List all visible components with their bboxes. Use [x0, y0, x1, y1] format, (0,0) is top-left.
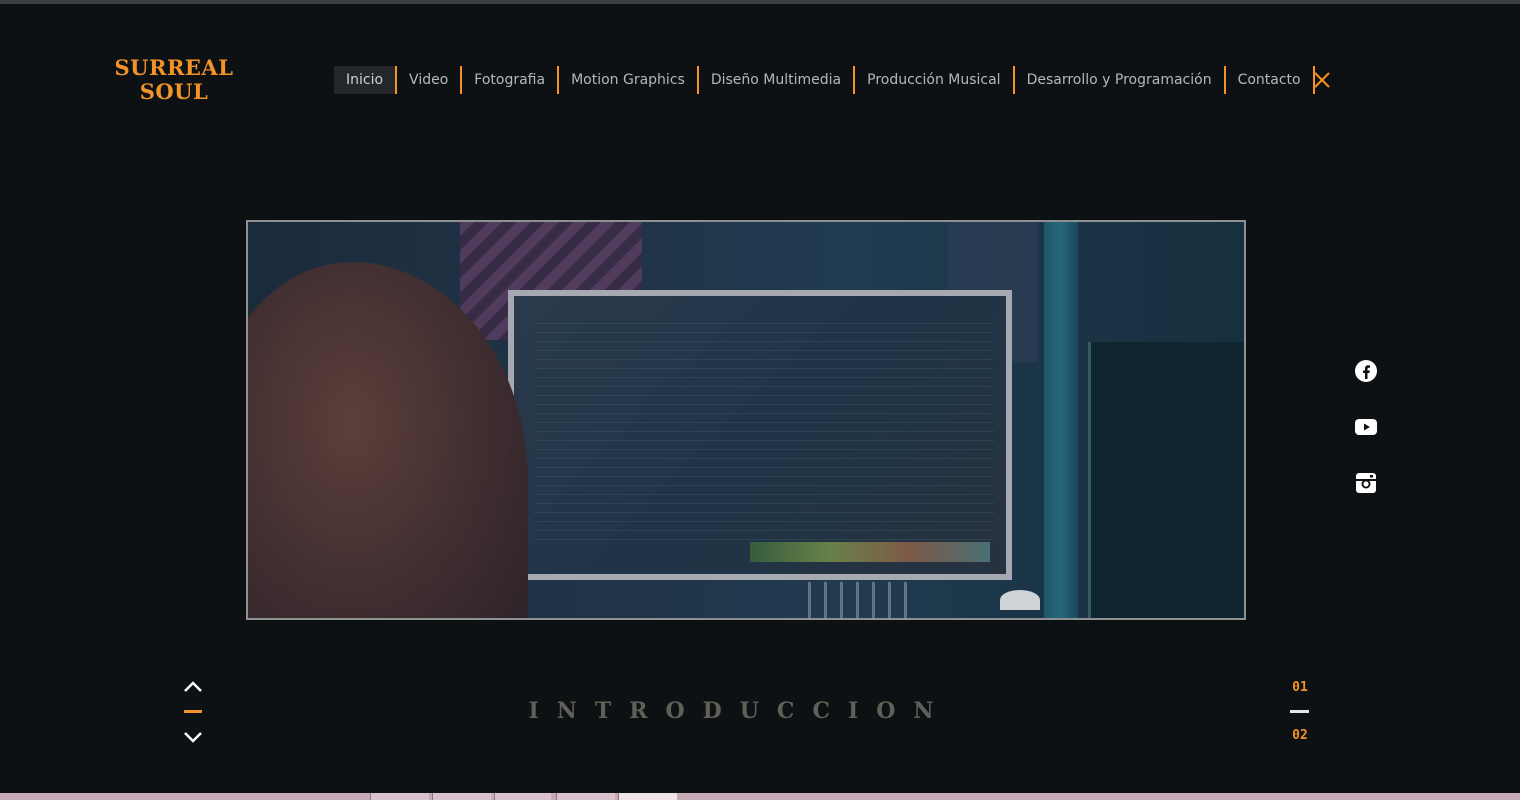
- taskbar: [0, 793, 1520, 800]
- brand-logo-line1: SURREAL: [114, 55, 234, 80]
- instagram-icon[interactable]: [1354, 471, 1378, 495]
- pager-next[interactable]: 02: [1288, 728, 1312, 743]
- hero-monitor-stand: [808, 582, 918, 618]
- nav-item-fotografia[interactable]: Fotografia: [462, 66, 560, 94]
- facebook-icon[interactable]: [1354, 359, 1378, 383]
- slide-indicator-dash: [184, 710, 202, 713]
- section-title: INTRODUCCION: [528, 698, 952, 724]
- window-top-edge: [0, 0, 1520, 4]
- nav-item-desarrollo-programacion[interactable]: Desarrollo y Programación: [1015, 66, 1226, 94]
- nav-item-motion-graphics[interactable]: Motion Graphics: [559, 66, 699, 94]
- nav-item-contacto[interactable]: Contacto: [1226, 66, 1315, 94]
- hero-can: [1000, 590, 1040, 610]
- brand-logo-line2: SOUL: [139, 79, 209, 104]
- nav-item-produccion-musical[interactable]: Producción Musical: [855, 66, 1015, 94]
- taskbar-button[interactable]: [494, 793, 551, 800]
- nav-item-inicio[interactable]: Inicio: [334, 66, 398, 94]
- hero-light-pillar: [1044, 222, 1078, 618]
- taskbar-button[interactable]: [556, 793, 615, 800]
- pager-current[interactable]: 01: [1288, 680, 1312, 695]
- hero-monitor-code: [534, 320, 994, 540]
- main-nav: Inicio Video Fotografia Motion Graphics …: [334, 66, 1315, 94]
- pager-divider: [1290, 710, 1309, 713]
- youtube-icon[interactable]: [1354, 415, 1378, 439]
- brand-logo[interactable]: SURREAL SOUL: [104, 56, 244, 104]
- close-icon[interactable]: [1312, 70, 1332, 90]
- nav-item-diseno-multimedia[interactable]: Diseño Multimedia: [699, 66, 856, 94]
- taskbar-button[interactable]: [432, 793, 491, 800]
- chevron-down-icon[interactable]: [182, 730, 204, 744]
- hero-side-monitor: [1088, 342, 1244, 618]
- chevron-up-icon[interactable]: [182, 680, 204, 694]
- taskbar-button-active[interactable]: [618, 793, 677, 800]
- hero-monitor: [508, 290, 1012, 580]
- hero-monitor-spectrum: [750, 542, 990, 562]
- hero-image: [246, 220, 1246, 620]
- nav-item-video[interactable]: Video: [397, 66, 463, 94]
- taskbar-button[interactable]: [370, 793, 429, 800]
